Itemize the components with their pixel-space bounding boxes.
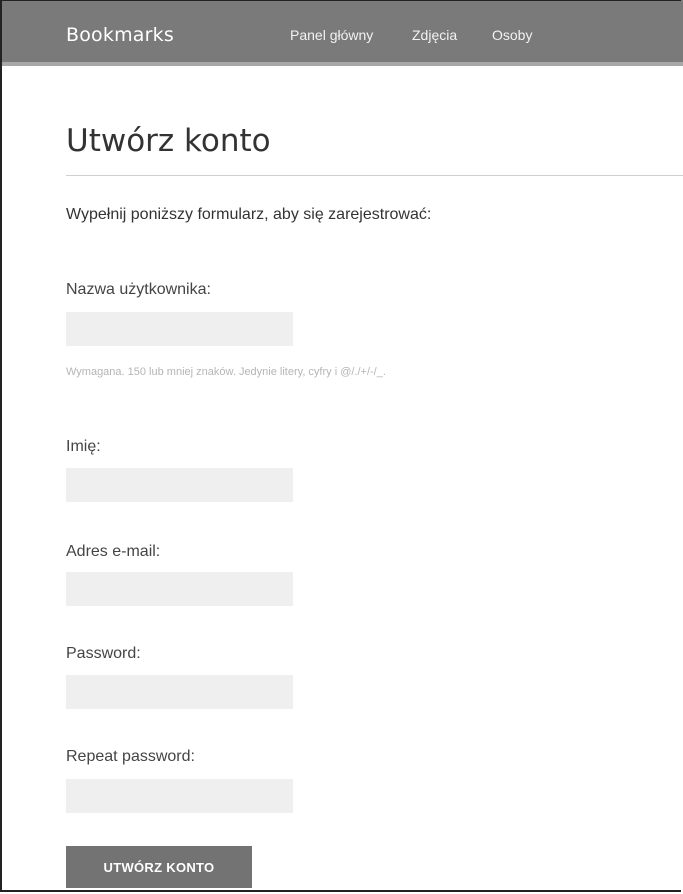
title-divider — [66, 175, 683, 176]
username-label: Nazwa użytkownika: — [66, 281, 211, 298]
password-input[interactable] — [66, 675, 293, 709]
top-navbar: Bookmarks Panel główny Zdjęcia Osoby — [0, 0, 683, 66]
first-name-input[interactable] — [66, 468, 293, 502]
first-name-label: Imię: — [66, 438, 101, 455]
username-input[interactable] — [66, 312, 293, 346]
email-input[interactable] — [66, 572, 293, 606]
password-label: Password: — [66, 645, 141, 662]
brand-logo[interactable]: Bookmarks — [66, 24, 174, 46]
repeat-password-input[interactable] — [66, 779, 293, 813]
username-help-text: Wymagana. 150 lub mniej znaków. Jedynie … — [66, 366, 386, 378]
page-title: Utwórz konto — [66, 123, 271, 159]
nav-link-people[interactable]: Osoby — [492, 27, 532, 43]
email-label: Adres e-mail: — [66, 543, 161, 560]
form-intro-text: Wypełnij poniższy formularz, aby się zar… — [66, 206, 432, 223]
create-account-button[interactable]: UTWÓRZ KONTO — [66, 846, 252, 888]
nav-link-images[interactable]: Zdjęcia — [412, 27, 457, 43]
nav-link-dashboard[interactable]: Panel główny — [290, 27, 373, 43]
repeat-password-label: Repeat password: — [66, 748, 195, 765]
